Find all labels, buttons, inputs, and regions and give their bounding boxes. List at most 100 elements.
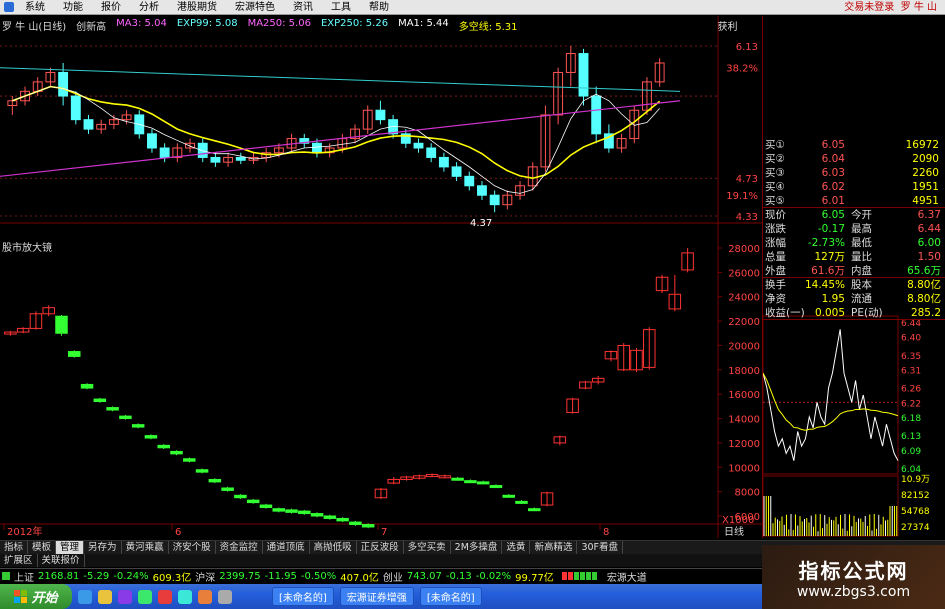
- duokong-value: 多空线: 5.31: [458, 22, 518, 33]
- tab-wave[interactable]: 正反波段: [357, 541, 404, 554]
- upper-candle-body: [477, 185, 487, 196]
- tab-related-quote[interactable]: 关联报价: [38, 554, 85, 567]
- lower-candle-body: [183, 458, 196, 462]
- tab-manage[interactable]: 管理: [56, 541, 85, 554]
- tab-huanghe[interactable]: 黄河乘赢: [122, 541, 169, 554]
- start-label: 开始: [31, 591, 58, 606]
- hs-change: -11.95: [264, 570, 297, 582]
- ma-magenta-line: [0, 100, 681, 177]
- intraday-frame: [763, 315, 899, 475]
- hs-label[interactable]: 沪深: [195, 569, 215, 584]
- tab-save-as[interactable]: 另存为: [84, 541, 122, 554]
- menu-hk-futures[interactable]: 港股期货: [168, 0, 226, 15]
- upper-candle-body: [197, 142, 208, 158]
- cy-pct: -0.02%: [475, 570, 512, 582]
- tab-jian-stock[interactable]: 济安个股: [169, 541, 216, 554]
- lower-candle-body: [68, 351, 81, 357]
- upper-candle-body: [426, 147, 437, 158]
- upper-candle-body: [464, 175, 475, 187]
- tab-extension[interactable]: 扩展区: [0, 554, 38, 567]
- menu-news[interactable]: 资讯: [284, 0, 322, 15]
- task-hongyuan[interactable]: 宏源证券增强: [339, 587, 414, 606]
- sh-amount: 609.3亿: [152, 572, 192, 584]
- menu-analysis[interactable]: 分析: [130, 0, 168, 15]
- task-unnamed-1[interactable]: [未命名的]: [272, 587, 334, 606]
- upper-candle-body: [159, 147, 170, 158]
- lower-candle-body: [195, 469, 209, 473]
- profit-label: 获利: [717, 22, 738, 33]
- upper-candle-body: [147, 133, 157, 149]
- quicklaunch-app3-icon[interactable]: [178, 589, 192, 604]
- cy-change: -0.13: [445, 570, 472, 582]
- quicklaunch-folder-icon[interactable]: [98, 589, 112, 604]
- lower-candle-body: [451, 477, 464, 481]
- upper-candle-body: [451, 166, 462, 177]
- intraday-axis-label: 6.31: [901, 366, 921, 376]
- quicklaunch-app-icon[interactable]: [138, 589, 152, 604]
- tab-select-yellow[interactable]: 选黄: [502, 541, 531, 554]
- tab-template[interactable]: 模板: [28, 541, 57, 554]
- intraday-axis-label: 6.13: [901, 432, 921, 442]
- quicklaunch-app2-icon[interactable]: [158, 589, 172, 604]
- tab-long-short[interactable]: 多空买卖: [404, 541, 451, 554]
- menu-hongyuan[interactable]: 宏源特色: [226, 0, 284, 15]
- upper-candle-body: [438, 156, 449, 168]
- lower-candle-body: [170, 450, 183, 455]
- upper-candle-body: [58, 71, 69, 97]
- intraday-axis-label: 6.40: [901, 334, 921, 344]
- upper-axis-label: 38.2%: [726, 64, 758, 75]
- tab-high-low[interactable]: 高抛低吸: [310, 541, 357, 554]
- quicklaunch-app4-icon[interactable]: [198, 589, 212, 604]
- bid-row: 买① 6.05 16972: [765, 139, 939, 151]
- lower-candle-body: [144, 435, 158, 439]
- lower-axis-label: 24000: [728, 293, 760, 304]
- lower-candle-body: [119, 415, 132, 420]
- upper-candle-body: [210, 156, 221, 163]
- indicator-legend: 罗 牛 山(日线) 创新高 MA3: 5.04 EXP99: 5.08 MA25…: [2, 18, 738, 33]
- quicklaunch-app5-icon[interactable]: [218, 589, 232, 604]
- menu-help[interactable]: 帮助: [360, 0, 398, 15]
- chart-svg[interactable]: 6.13 38.2% 4.73 19.1% 4.33 4.37 28000 26000 2400…: [0, 16, 762, 538]
- menu-quote[interactable]: 报价: [92, 0, 130, 15]
- task-unnamed-2[interactable]: [未命名的]: [419, 587, 482, 606]
- lower-candle-body: [285, 509, 298, 513]
- lower-panel-title: 股市放大镜: [2, 243, 52, 254]
- upper-candle-body: [375, 109, 386, 121]
- upper-axis-label: 4.73: [736, 174, 758, 185]
- timeframe-label: 日线: [724, 525, 744, 538]
- tab-new-high[interactable]: 新高精选: [530, 541, 578, 554]
- tab-fund-monitor[interactable]: 资金监控: [216, 541, 263, 554]
- intraday-volume-label: 27374: [901, 523, 930, 533]
- lower-candle-body: [93, 398, 107, 402]
- sh-change: -5.29: [83, 570, 110, 582]
- intraday-volume-label: 10.9万: [901, 475, 930, 485]
- lower-axis-label: 14000: [728, 415, 760, 426]
- cy-label[interactable]: 创业: [383, 569, 403, 584]
- lower-axis-label: 28000: [728, 244, 760, 255]
- exp250-value: EXP250: 5.26: [320, 18, 389, 29]
- tab-2m[interactable]: 2M多操盘: [451, 541, 503, 554]
- menu-function[interactable]: 功能: [54, 0, 92, 15]
- menu-system[interactable]: 系统: [16, 0, 54, 15]
- tab-channel[interactable]: 通道顶底: [263, 541, 310, 554]
- tab-30f[interactable]: 30F看盘: [577, 541, 624, 554]
- start-button[interactable]: 开始: [0, 584, 72, 609]
- quicklaunch-media-icon[interactable]: [118, 589, 132, 604]
- lower-candle-body: [259, 504, 273, 508]
- lower-candle-body: [336, 517, 349, 522]
- kline-chart-area[interactable]: 6.13 38.2% 4.73 19.1% 4.33 4.37 28000 26000 2400…: [0, 16, 762, 538]
- lower-axis-label: 26000: [728, 268, 760, 279]
- x-axis-label: 2012年: [7, 525, 42, 538]
- trade-login-link[interactable]: 交易未登录 罗 牛 山: [835, 0, 945, 15]
- market-status-icon: [2, 572, 10, 580]
- sh-label[interactable]: 上证: [14, 569, 34, 584]
- lower-candle-body: [157, 444, 170, 449]
- menu-tools[interactable]: 工具: [322, 0, 360, 15]
- quicklaunch-ie-icon[interactable]: [78, 589, 92, 604]
- lower-candle-body: [361, 524, 375, 528]
- bid-row: 买② 6.04 2090: [765, 153, 939, 165]
- exp99-value: EXP99: 5.08: [176, 18, 238, 29]
- lower-axis-label: 18000: [728, 366, 760, 377]
- tab-indicator[interactable]: 指标: [0, 541, 29, 554]
- cy-amount: 99.77亿: [515, 572, 554, 584]
